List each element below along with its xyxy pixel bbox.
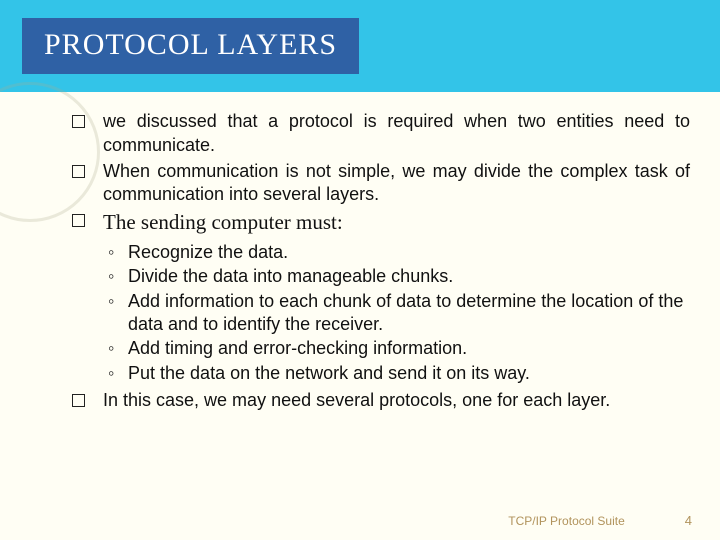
- sub-text: Recognize the data.: [128, 241, 690, 264]
- list-item: ◦ Divide the data into manageable chunks…: [108, 265, 690, 288]
- sub-bullet-icon: ◦: [108, 265, 122, 288]
- sub-bullet-icon: ◦: [108, 337, 122, 360]
- footer: TCP/IP Protocol Suite 4: [0, 513, 720, 528]
- bullet-item: In this case, we may need several protoc…: [72, 389, 690, 413]
- list-item: ◦ Add timing and error-checking informat…: [108, 337, 690, 360]
- list-item: ◦ Add information to each chunk of data …: [108, 290, 690, 337]
- slide: PROTOCOL LAYERS we discussed that a prot…: [0, 0, 720, 540]
- page-number: 4: [685, 513, 692, 528]
- sub-bullet-icon: ◦: [108, 290, 122, 313]
- sub-text: Put the data on the network and send it …: [128, 362, 690, 385]
- bullet-text: When communication is not simple, we may…: [103, 160, 690, 208]
- list-item: ◦ Put the data on the network and send i…: [108, 362, 690, 385]
- sub-text: Add information to each chunk of data to…: [128, 290, 690, 337]
- sub-bullet-icon: ◦: [108, 362, 122, 385]
- slide-title: PROTOCOL LAYERS: [22, 18, 359, 74]
- bullet-text: In this case, we may need several protoc…: [103, 389, 690, 413]
- bullet-item: When communication is not simple, we may…: [72, 160, 690, 208]
- bullet-text: The sending computer must:: [103, 209, 690, 237]
- header-bar: PROTOCOL LAYERS: [0, 0, 720, 92]
- sub-text: Add timing and error-checking informatio…: [128, 337, 690, 360]
- sub-list: ◦ Recognize the data. ◦ Divide the data …: [108, 241, 690, 385]
- bullet-text: we discussed that a protocol is required…: [103, 110, 690, 158]
- checkbox-icon: [72, 165, 85, 178]
- checkbox-icon: [72, 214, 85, 227]
- checkbox-icon: [72, 394, 85, 407]
- list-item: ◦ Recognize the data.: [108, 241, 690, 264]
- content-area: we discussed that a protocol is required…: [0, 92, 720, 413]
- sub-bullet-icon: ◦: [108, 241, 122, 264]
- bullet-item: The sending computer must:: [72, 209, 690, 237]
- sub-text: Divide the data into manageable chunks.: [128, 265, 690, 288]
- footer-source: TCP/IP Protocol Suite: [508, 514, 625, 528]
- bullet-item: we discussed that a protocol is required…: [72, 110, 690, 158]
- checkbox-icon: [72, 115, 85, 128]
